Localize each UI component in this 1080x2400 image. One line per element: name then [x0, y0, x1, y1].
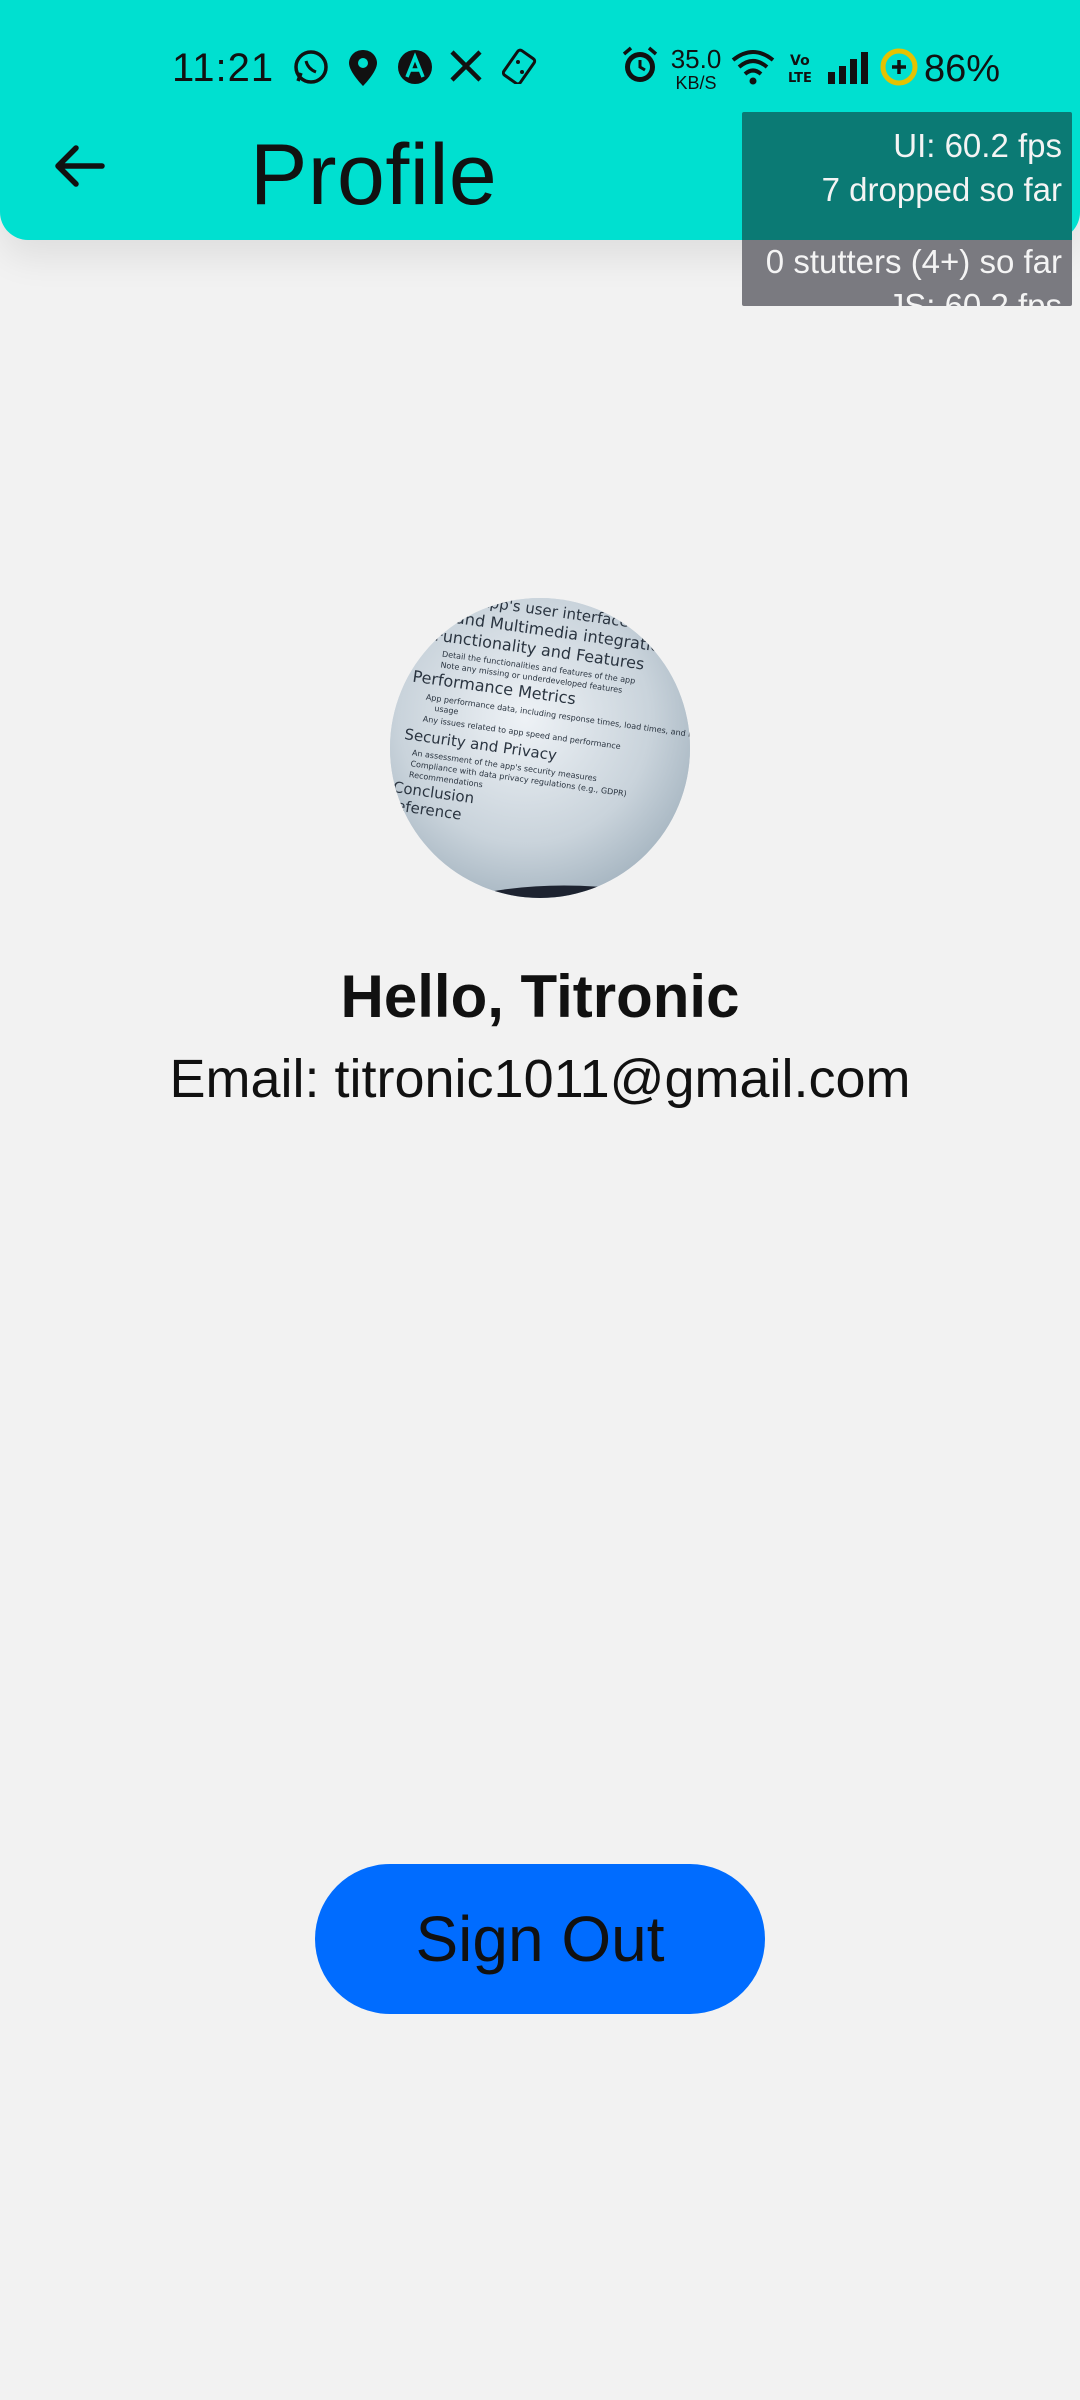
perf-stutters: 0 stutters (4+) so far	[765, 243, 1062, 280]
perf-dropped: 7 dropped so far	[821, 171, 1062, 208]
a-letter-app-icon	[396, 48, 434, 96]
whatsapp-icon	[292, 48, 330, 96]
perf-ui-section: UI: 60.2 fps 7 dropped so far	[742, 112, 1072, 240]
back-button[interactable]	[40, 128, 116, 204]
email-text: Email: titronic1011@gmail.com	[169, 1049, 911, 1109]
status-bar: 11:21 35.0 KB/S Vo LTE 86%	[0, 0, 1080, 120]
perf-ui-fps: UI: 60.2 fps	[893, 127, 1062, 164]
domino-app-icon	[501, 48, 538, 94]
location-pin-icon	[346, 48, 380, 98]
svg-text:LTE: LTE	[788, 71, 812, 86]
svg-text:Vo: Vo	[790, 53, 810, 69]
perf-js-fps: JS: 60.2 fps	[887, 287, 1062, 306]
greeting: Hello, Titronic	[340, 963, 740, 1030]
signal-icon	[826, 50, 872, 94]
page-title: Profile	[250, 127, 498, 223]
avatar-photo: App's user interface and Multimedia inte…	[390, 598, 690, 898]
avatar: App's user interface and Multimedia inte…	[390, 598, 690, 898]
volte-icon: Vo LTE	[788, 50, 814, 96]
wifi-icon	[730, 48, 776, 96]
alarm-icon	[620, 44, 660, 96]
net-speed-value: 35.0	[670, 44, 722, 74]
perf-monitor-overlay: UI: 60.2 fps 7 dropped so far 0 stutters…	[742, 112, 1072, 306]
status-time: 11:21	[172, 46, 275, 90]
perf-js-section: 0 stutters (4+) so far JS: 60.2 fps	[742, 240, 1072, 306]
battery-saver-icon	[878, 46, 920, 98]
sign-out-button[interactable]: Sign Out	[315, 1864, 765, 2014]
net-speed: 35.0 KB/S	[666, 46, 726, 92]
arrow-left-icon	[55, 145, 105, 187]
battery-percent: 86%	[924, 48, 1001, 90]
x-app-icon	[448, 48, 484, 94]
net-speed-unit: KB/S	[675, 73, 717, 93]
